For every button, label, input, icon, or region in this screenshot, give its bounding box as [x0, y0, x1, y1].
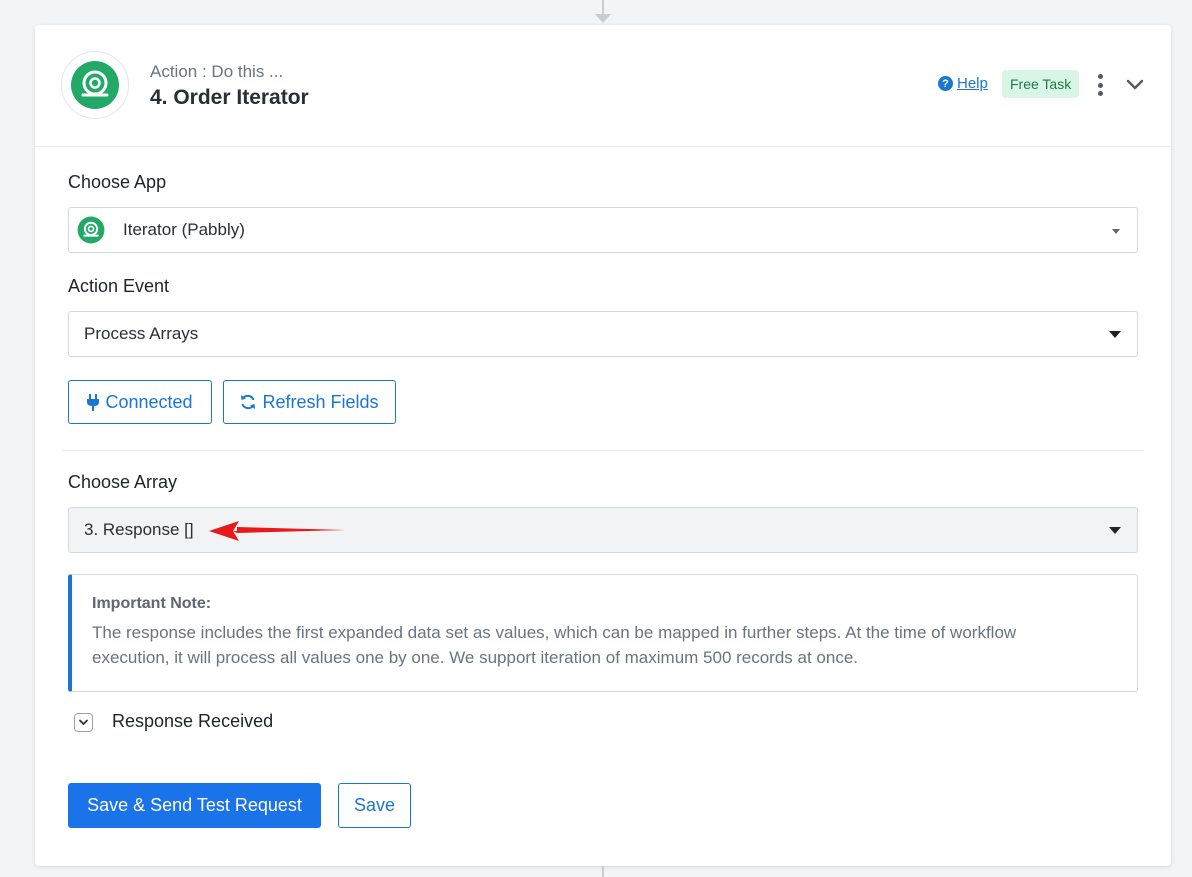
choose-array-value: 3. Response []	[84, 520, 194, 539]
refresh-fields-label: Refresh Fields	[262, 391, 379, 412]
response-received-label[interactable]: Response Received	[112, 711, 273, 732]
save-send-test-button[interactable]: Save & Send Test Request	[68, 783, 321, 828]
choose-app-value: Iterator (Pabbly)	[123, 220, 245, 239]
note-title: Important Note:	[92, 595, 212, 612]
flow-arrow-icon	[595, 14, 611, 23]
important-note: Important Note: The response includes th…	[68, 574, 1138, 692]
connected-label: Connected	[105, 391, 193, 412]
caret-down-icon	[1112, 229, 1120, 234]
help-label: Help	[957, 75, 988, 92]
choose-app-label: Choose App	[68, 172, 167, 192]
note-body: The response includes the first expanded…	[92, 623, 1017, 667]
help-link[interactable]: ? Help	[938, 75, 988, 92]
response-toggle[interactable]	[74, 713, 93, 732]
step-title[interactable]: 4. Order Iterator	[150, 86, 309, 110]
save-button[interactable]: Save	[338, 783, 411, 828]
free-task-badge: Free Task	[1002, 70, 1080, 98]
iterator-app-icon	[77, 216, 105, 244]
refresh-icon	[241, 394, 256, 410]
caret-down-icon	[1109, 527, 1121, 534]
iterator-logo-icon	[61, 51, 129, 119]
choose-app-select[interactable]: Iterator (Pabbly)	[68, 207, 1138, 253]
question-circle-icon: ?	[938, 76, 953, 91]
chevron-down-icon[interactable]	[1125, 75, 1145, 100]
connected-button[interactable]: Connected	[68, 380, 212, 424]
refresh-fields-button[interactable]: Refresh Fields	[223, 380, 396, 424]
action-step-card: Action : Do this ... 4. Order Iterator ?…	[35, 25, 1171, 866]
choose-array-label: Choose Array	[68, 472, 178, 492]
flow-connector-bottom	[602, 866, 604, 877]
action-event-select[interactable]: Process Arrays	[68, 311, 1138, 357]
plug-icon	[87, 393, 100, 411]
section-divider	[62, 450, 1144, 451]
action-event-value: Process Arrays	[84, 324, 199, 343]
step-header: Action : Do this ... 4. Order Iterator ?…	[35, 25, 1171, 147]
action-event-label: Action Event	[68, 276, 170, 296]
step-subtitle: Action : Do this ...	[150, 62, 284, 81]
chevron-down-icon	[79, 719, 88, 725]
annotation-arrow-icon	[209, 521, 345, 541]
caret-down-icon	[1109, 331, 1121, 338]
more-options-icon[interactable]	[1093, 74, 1107, 96]
